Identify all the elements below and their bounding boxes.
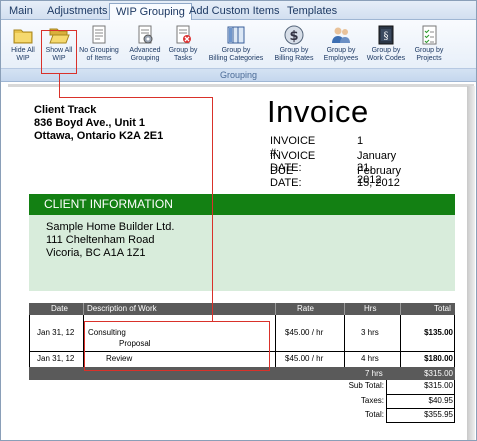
header-date: Date xyxy=(51,304,68,313)
total-value: $355.95 xyxy=(424,410,453,419)
group-by-billing-categories-label: Group by Billing Categories xyxy=(208,47,264,62)
row-hrs: 4 hrs xyxy=(361,354,379,363)
document-icon xyxy=(92,25,106,44)
group-by-billing-categories-button[interactable]: Group by Billing Categories xyxy=(203,23,269,69)
subtotal-value: $315.00 xyxy=(424,381,453,390)
group-by-work-codes-label: Group by Work Codes xyxy=(366,47,406,62)
row-date: Jan 31, 12 xyxy=(37,328,75,337)
group-by-projects-button[interactable]: Group by Projects xyxy=(409,23,449,69)
dollar-icon: $ xyxy=(284,25,304,45)
ribbon-tab-bar: Main Adjustments WIP Grouping Add Custom… xyxy=(1,1,476,21)
group-by-employees-button[interactable]: Group by Employees xyxy=(319,23,363,69)
no-grouping-button[interactable]: No Grouping of Items xyxy=(79,23,119,69)
tab-main[interactable]: Main xyxy=(3,3,39,20)
table-header: Date Description of Work Rate Hrs Total xyxy=(29,303,455,315)
client-address-line-2: Vicoria, BC A1A 1Z1 xyxy=(46,247,146,259)
checklist-icon xyxy=(422,25,437,45)
company-name: Client Track xyxy=(34,104,97,116)
advanced-grouping-button[interactable]: Advanced Grouping xyxy=(125,23,165,69)
no-grouping-label: No Grouping of Items xyxy=(79,47,119,62)
group-by-projects-label: Group by Projects xyxy=(414,47,444,62)
group-by-tasks-label: Group by Tasks xyxy=(168,47,198,62)
header-hrs: Hrs xyxy=(364,304,377,313)
document-gear-icon xyxy=(138,25,153,44)
company-address-line-1: 836 Boyd Ave., Unit 1 xyxy=(34,117,146,129)
row-hrs: 3 hrs xyxy=(361,328,379,337)
company-block: Client Track 836 Boyd Ave., Unit 1 Ottaw… xyxy=(34,104,163,143)
document-cancel-icon xyxy=(176,25,191,44)
group-by-billing-rates-button[interactable]: $ Group by Billing Rates xyxy=(270,23,318,69)
callout-line xyxy=(59,97,213,98)
subtotal-label: Sub Total: xyxy=(348,381,384,390)
client-name: Sample Home Builder Ltd. xyxy=(46,221,175,233)
tab-wip-grouping[interactable]: WIP Grouping xyxy=(109,3,192,21)
people-icon xyxy=(332,27,350,43)
row-rate: $45.00 / hr xyxy=(285,354,324,363)
hide-all-wip-label: Hide All WIP xyxy=(11,47,35,62)
company-address-line-2: Ottawa, Ontario K2A 2E1 xyxy=(34,130,164,142)
invoice-title: Invoice xyxy=(267,94,369,129)
row-total: $135.00 xyxy=(424,328,453,337)
row-date: Jan 31, 12 xyxy=(37,354,75,363)
tab-add-custom-items[interactable]: Add Custom Items xyxy=(183,3,285,20)
tab-adjustments[interactable]: Adjustments xyxy=(41,3,114,20)
header-rate: Rate xyxy=(297,304,314,313)
due-date-label: DUE DATE: xyxy=(270,165,302,189)
client-info-heading: CLIENT INFORMATION xyxy=(29,194,455,215)
total-label: Total: xyxy=(364,410,384,419)
tab-templates[interactable]: Templates xyxy=(281,3,343,20)
group-by-tasks-button[interactable]: Group by Tasks xyxy=(163,23,203,69)
due-date: February 15, 2012 xyxy=(357,165,402,189)
group-by-billing-rates-label: Group by Billing Rates xyxy=(274,47,314,62)
client-info-box: Sample Home Builder Ltd. 111 Cheltenham … xyxy=(29,215,455,291)
summary-total: $315.00 xyxy=(424,369,453,378)
book-icon: § xyxy=(378,25,394,45)
row-total: $180.00 xyxy=(424,354,453,363)
advanced-grouping-label: Advanced Grouping xyxy=(129,47,161,62)
group-by-work-codes-button[interactable]: § Group by Work Codes xyxy=(364,23,408,69)
taxes-value: $40.95 xyxy=(428,396,453,405)
summary-hrs: 7 hrs xyxy=(365,369,383,378)
callout-line xyxy=(59,74,60,98)
page-edge xyxy=(8,84,474,87)
highlight-show-all-wip xyxy=(41,30,77,74)
folder-icon xyxy=(13,29,33,44)
header-total: Total xyxy=(434,304,451,313)
header-description: Description of Work xyxy=(87,304,157,313)
taxes-label: Taxes: xyxy=(360,396,384,405)
highlight-grouped-items xyxy=(84,321,270,371)
callout-line xyxy=(212,97,213,321)
page-shadow xyxy=(467,86,475,440)
columns-icon xyxy=(227,26,245,44)
hide-all-wip-button[interactable]: Hide All WIP xyxy=(3,23,43,69)
svg-text:§: § xyxy=(384,31,389,42)
invoice-number: 1 xyxy=(357,135,364,147)
group-by-employees-label: Group by Employees xyxy=(323,47,359,62)
svg-text:$: $ xyxy=(289,29,298,44)
client-address-line-1: 111 Cheltenham Road xyxy=(46,234,155,246)
row-rate: $45.00 / hr xyxy=(285,328,324,337)
